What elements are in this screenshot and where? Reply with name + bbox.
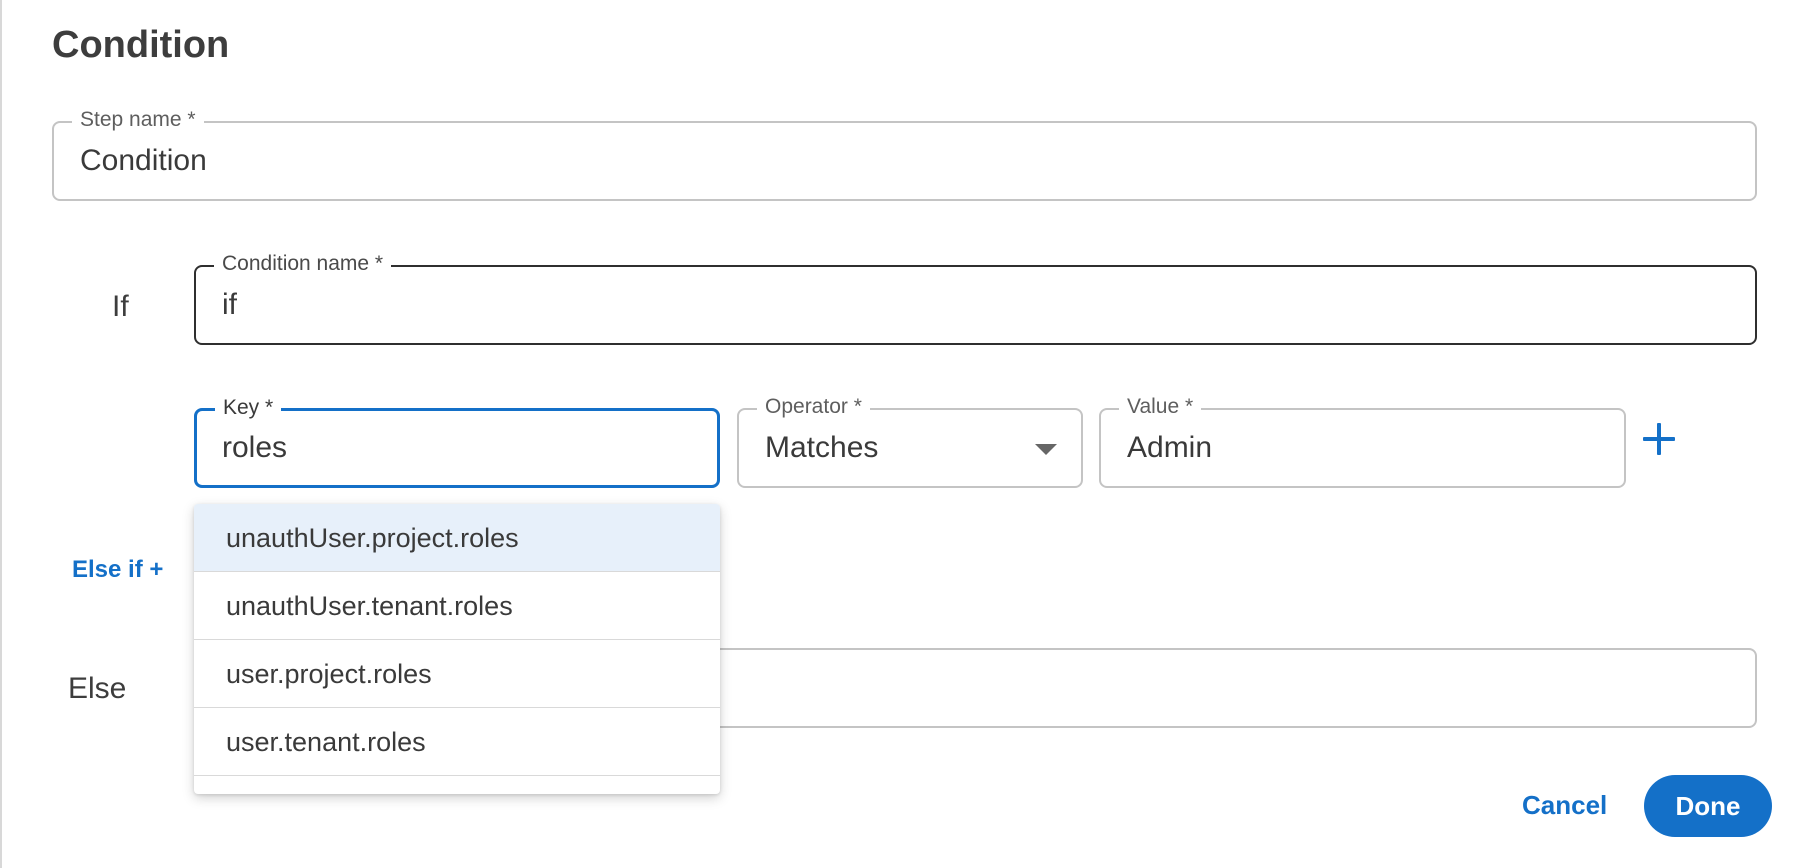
condition-name-value: if xyxy=(222,288,237,321)
step-name-value: Condition xyxy=(80,144,207,177)
operator-select[interactable]: Operator * Matches xyxy=(737,394,1083,488)
operator-label: Operator * xyxy=(757,394,870,420)
step-name-label: Step name * xyxy=(72,107,204,133)
key-suggestion-option[interactable]: user.tenant.roles xyxy=(194,708,720,776)
condition-dialog: Condition Step name * Condition If Condi… xyxy=(0,0,1812,868)
if-label: If xyxy=(112,290,129,323)
key-suggestion-option[interactable]: unauthUser.tenant.roles xyxy=(194,572,720,640)
chevron-down-icon xyxy=(1035,444,1057,455)
value-value: Admin xyxy=(1127,431,1213,464)
done-button[interactable]: Done xyxy=(1644,775,1772,837)
else-label: Else xyxy=(68,672,127,705)
else-if-add-button[interactable]: Else if + xyxy=(72,556,163,584)
value-input[interactable]: Value * Admin xyxy=(1099,394,1626,488)
key-input[interactable]: Key * roles xyxy=(194,395,720,488)
step-name-field[interactable]: Step name * Condition xyxy=(52,107,1757,201)
plus-icon[interactable] xyxy=(1642,422,1676,456)
cancel-button[interactable]: Cancel xyxy=(1522,790,1607,821)
key-suggestion-option[interactable]: user.project.roles xyxy=(194,640,720,708)
operator-value: Matches xyxy=(765,431,879,464)
condition-name-field[interactable]: Condition name * if xyxy=(194,251,1757,345)
key-suggestion-option[interactable]: unauthUser.project.roles xyxy=(194,504,720,572)
condition-name-label: Condition name * xyxy=(214,251,392,277)
value-label: Value * xyxy=(1119,394,1202,420)
key-suggestions-dropdown: unauthUser.project.roles unauthUser.tena… xyxy=(194,504,720,794)
key-value: roles xyxy=(222,431,288,464)
dialog-title: Condition xyxy=(52,24,230,66)
key-label: Key * xyxy=(215,395,282,421)
